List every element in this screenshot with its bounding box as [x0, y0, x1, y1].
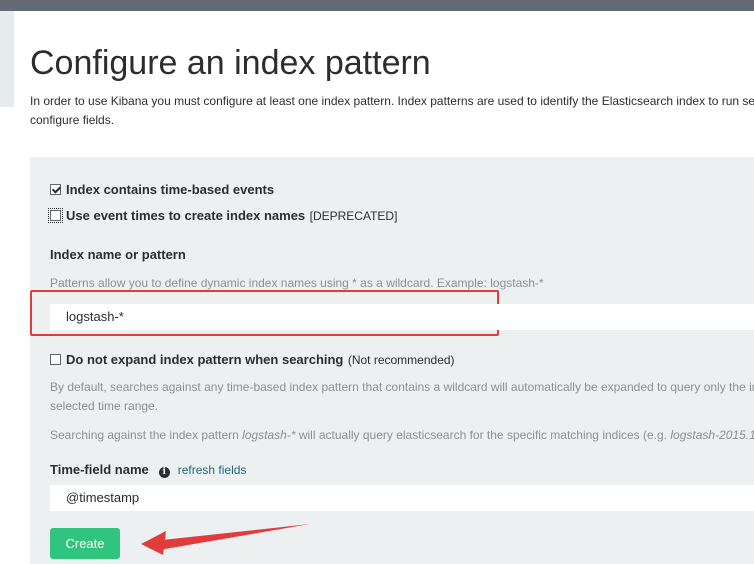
annotation-arrow-icon [141, 524, 310, 555]
